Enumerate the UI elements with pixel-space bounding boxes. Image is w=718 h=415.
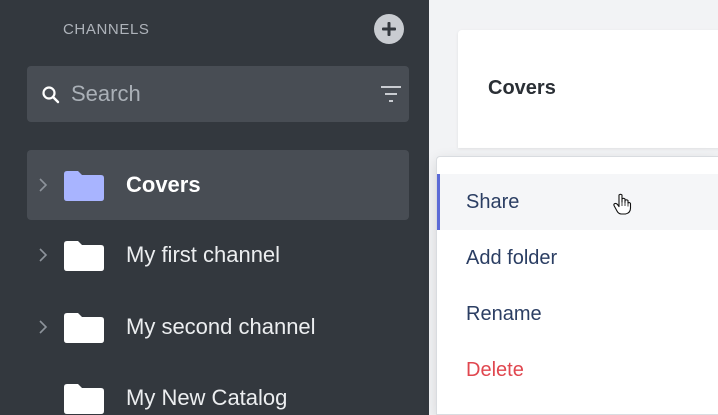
channel-item-label: Covers — [126, 172, 201, 197]
channel-item-label: My first channel — [126, 242, 281, 267]
search-icon — [42, 86, 60, 104]
menu-item-label: Share — [466, 191, 520, 213]
channel-item-label: My New Catalog — [126, 385, 288, 410]
channels-sidebar: CHANNELS Covers — [0, 0, 429, 415]
channel-item-my-second-channel[interactable]: My second channel — [27, 292, 409, 362]
folder-icon — [64, 241, 104, 271]
menu-item-label: Delete — [466, 359, 524, 381]
channel-item-my-first-channel[interactable]: My first channel — [27, 220, 409, 290]
chevron-right-icon[interactable] — [38, 248, 48, 262]
chevron-right-icon[interactable] — [38, 320, 48, 334]
channel-item-covers[interactable]: Covers — [27, 150, 409, 220]
filter-icon[interactable] — [380, 84, 402, 104]
folder-icon — [64, 171, 104, 201]
channel-card: Covers — [458, 30, 718, 148]
folder-icon — [64, 313, 104, 343]
menu-item-share[interactable]: Share — [437, 174, 718, 230]
channel-item-label: My second channel — [126, 314, 316, 339]
context-menu: Share Add folder Rename Delete — [436, 156, 718, 415]
menu-item-label: Add folder — [466, 247, 558, 269]
chevron-right-icon[interactable] — [38, 178, 48, 192]
menu-item-label: Rename — [466, 303, 542, 325]
menu-item-rename[interactable]: Rename — [437, 286, 718, 342]
search-input[interactable] — [71, 66, 361, 122]
card-title: Covers — [488, 77, 556, 99]
search-box — [27, 66, 409, 122]
folder-icon — [64, 384, 104, 414]
plus-icon — [382, 22, 396, 36]
add-channel-button[interactable] — [374, 14, 404, 44]
hand-pointer-icon — [613, 193, 632, 215]
channel-item-my-new-catalog[interactable]: My New Catalog — [27, 363, 409, 415]
menu-item-add-folder[interactable]: Add folder — [437, 230, 718, 286]
menu-item-delete[interactable]: Delete — [437, 342, 718, 398]
channels-header: CHANNELS — [63, 21, 150, 38]
